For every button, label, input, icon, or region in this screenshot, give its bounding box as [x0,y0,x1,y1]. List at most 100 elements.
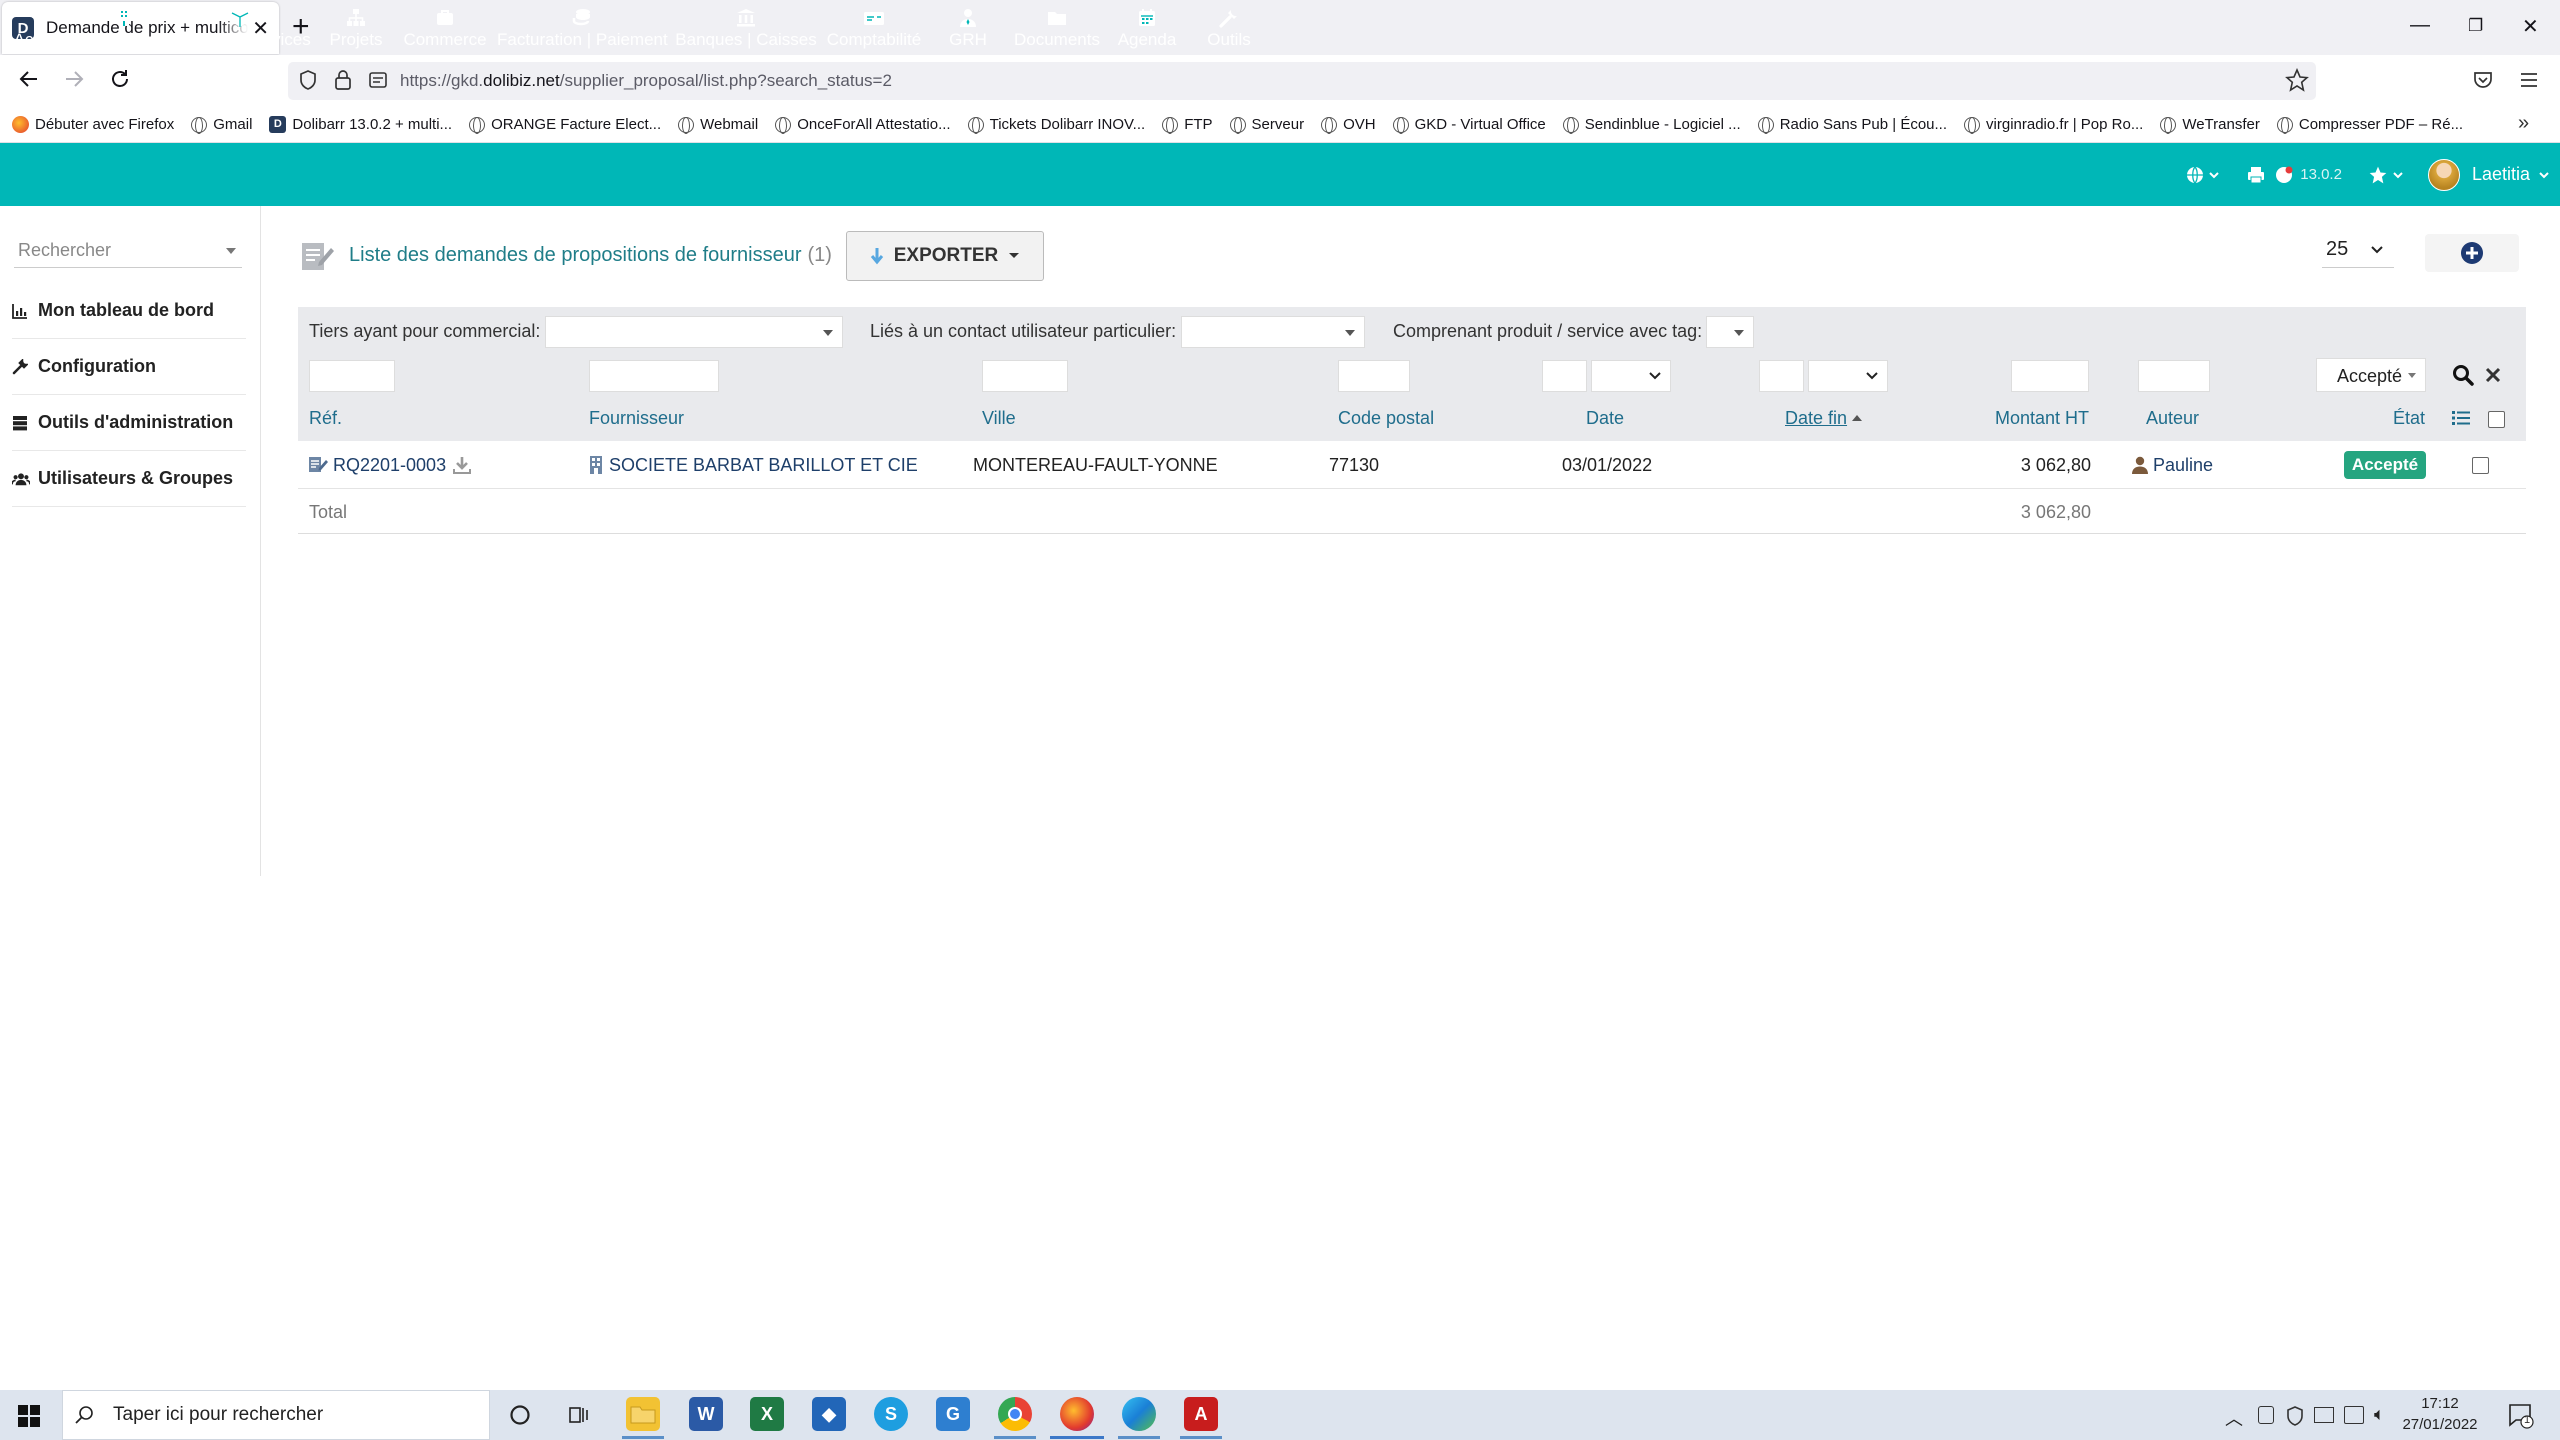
bookmark-item[interactable]: OnceForAll Attestatio... [775,116,951,134]
row-ref-link[interactable]: RQ2201-0003 [333,455,446,476]
url-text[interactable]: https://gkd.dolibiz.net/supplier_proposa… [400,71,892,91]
bookmark-item[interactable]: ORANGE Facture Elect... [469,116,661,134]
page-info-icon[interactable] [368,70,388,90]
notification-center-icon[interactable]: 1 [2508,1403,2534,1429]
usb-device-icon[interactable] [2258,1406,2274,1424]
left-search-select[interactable]: Rechercher [14,234,242,268]
search-date-month-select[interactable] [1591,360,1671,392]
download-document-icon[interactable] [453,456,471,474]
windows-start-icon[interactable] [18,1405,40,1427]
col-header-status[interactable]: État [2393,408,2425,429]
search-supplier-input[interactable] [589,360,719,392]
left-menu-configuration[interactable]: Configuration [12,339,246,395]
bookmark-item[interactable]: GKD - Virtual Office [1392,116,1546,134]
left-menu-users-groups[interactable]: Utilisateurs & Groupes [12,451,246,507]
skype-icon[interactable]: S [874,1397,908,1431]
bookmark-item[interactable]: Tickets Dolibarr INOV... [967,116,1145,134]
bookmark-item[interactable]: OVH [1321,116,1376,134]
filter-tag-select[interactable] [1706,316,1754,348]
col-header-ref[interactable]: Réf. [309,408,342,429]
bookmark-item[interactable]: Gmail [191,116,252,134]
bookmark-item[interactable]: WeTransfer [2160,116,2260,134]
col-header-town[interactable]: Ville [982,408,1016,429]
col-header-author[interactable]: Auteur [2146,408,2199,429]
cortana-icon[interactable] [509,1404,531,1426]
bookmark-item[interactable]: FTP [1162,116,1213,134]
bookmark-item[interactable]: Sendinblue - Logiciel ... [1562,116,1741,134]
volume-icon[interactable]: 🔈︎ [2374,1404,2385,1425]
add-new-button[interactable] [2425,234,2519,272]
topmenu-billing-payment[interactable]: Facturation | Paiement [497,0,668,63]
export-button[interactable]: EXPORTER [846,231,1044,281]
user-name[interactable]: Laetitia [2472,164,2530,185]
left-menu-admin-tools[interactable]: Outils d'administration [12,395,246,451]
filter-contact-select[interactable] [1181,316,1365,348]
topmenu-tools[interactable]: Outils [1144,0,1314,63]
remote-desktop-icon[interactable]: ◆ [812,1397,846,1431]
search-town-input[interactable] [982,360,1068,392]
task-view-icon[interactable] [567,1404,591,1426]
search-amount-input[interactable] [2011,360,2089,392]
shield-icon[interactable] [298,69,318,91]
bookmark-star-icon[interactable] [2285,68,2309,92]
network-icon[interactable] [2344,1406,2364,1424]
language-globe-icon[interactable] [2185,165,2220,185]
restore-icon[interactable]: ❐ [2468,16,2483,36]
col-header-date-end[interactable]: Date fin [1785,408,1847,429]
row-supplier-link[interactable]: SOCIETE BARBAT BARILLOT ET CIE [609,455,918,476]
user-avatar[interactable] [2427,158,2460,191]
user-menu-chevron-icon[interactable] [2538,170,2550,180]
chrome-icon[interactable] [998,1397,1032,1431]
search-zip-input[interactable] [1338,360,1410,392]
help-icon[interactable] [2274,165,2294,185]
firefox-taskbar-icon[interactable] [1060,1397,1094,1431]
g-app-icon[interactable]: G [936,1397,970,1431]
bookmarks-overflow-icon[interactable]: » [2518,112,2529,135]
bookmark-item[interactable]: Compresser PDF – Ré... [2276,116,2463,134]
excel-icon[interactable]: X [750,1397,784,1431]
row-author-link[interactable]: Pauline [2153,455,2213,476]
display-icon[interactable] [2314,1407,2334,1423]
window-close-icon[interactable]: ✕ [2522,14,2539,39]
reload-icon[interactable] [108,67,132,91]
taskbar-clock[interactable]: 17:12 27/01/2022 [2400,1393,2480,1435]
search-date-end-day-input[interactable] [1759,360,1804,392]
col-header-amount[interactable]: Montant HT [1995,408,2089,429]
filter-commercial-select[interactable] [545,316,843,348]
search-ref-input[interactable] [309,360,395,392]
forward-icon[interactable] [62,67,86,91]
defender-shield-icon[interactable] [2286,1406,2304,1426]
back-icon[interactable] [17,67,41,91]
bookmark-item[interactable]: D Dolibarr 13.0.2 + multi... [269,116,452,133]
col-header-date[interactable]: Date [1586,408,1624,429]
left-menu-dashboard[interactable]: Mon tableau de bord [12,283,246,339]
bookmark-item[interactable]: Serveur [1229,116,1304,134]
clear-filter-icon[interactable] [2484,366,2502,384]
minimize-icon[interactable]: — [2410,14,2430,37]
col-header-zip[interactable]: Code postal [1338,408,1434,429]
search-author-input[interactable] [2138,360,2210,392]
bookmark-item[interactable]: Webmail [678,116,758,134]
search-date-end-month-select[interactable] [1808,360,1888,392]
bookmark-item[interactable]: virginradio.fr | Pop Ro... [1964,116,2143,134]
select-all-checkbox[interactable] [2488,411,2505,428]
word-icon[interactable]: W [689,1397,723,1431]
page-limit-select[interactable]: 25 [2322,238,2394,268]
acrobat-icon[interactable]: A [1184,1397,1218,1431]
bookmarks-star-icon[interactable] [2368,165,2404,185]
app-menu-icon[interactable] [2519,70,2539,90]
show-hidden-icons-icon[interactable]: ︿ [2225,1405,2243,1431]
sort-asc-icon[interactable] [1851,414,1863,422]
pocket-icon[interactable] [2472,69,2494,91]
search-status-select[interactable]: Accepté [2316,358,2426,392]
taskbar-search-box[interactable]: Taper ici pour rechercher [62,1390,490,1440]
bookmark-item[interactable]: Radio Sans Pub | Écou... [1757,116,1947,134]
lock-icon[interactable] [334,69,352,91]
column-selector-icon[interactable] [2452,410,2470,426]
print-icon[interactable] [2246,165,2266,185]
search-date-day-input[interactable] [1542,360,1587,392]
search-icon[interactable] [2452,364,2474,386]
col-header-supplier[interactable]: Fournisseur [589,408,684,429]
version-label[interactable]: 13.0.2 [2300,166,2342,183]
file-explorer-icon[interactable] [626,1397,660,1431]
